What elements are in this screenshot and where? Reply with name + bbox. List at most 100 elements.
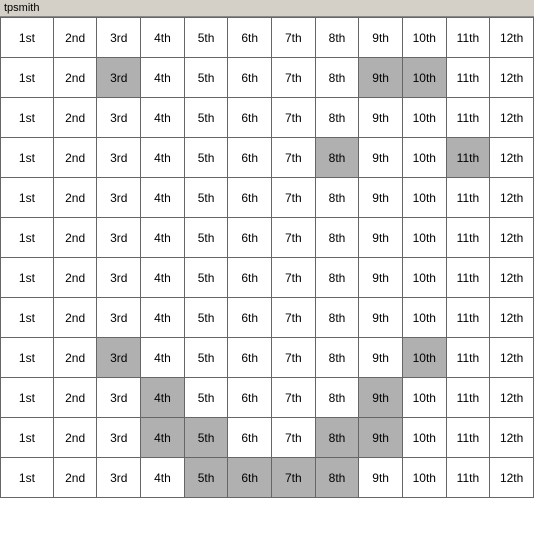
table-cell[interactable]: 4th xyxy=(141,18,185,58)
table-cell[interactable]: 5th xyxy=(184,98,228,138)
table-cell[interactable]: 5th xyxy=(184,418,228,458)
table-cell[interactable]: 1st xyxy=(1,138,54,178)
table-cell[interactable]: 8th xyxy=(315,258,359,298)
table-cell[interactable]: 3rd xyxy=(97,58,141,98)
table-cell[interactable]: 5th xyxy=(184,258,228,298)
table-cell[interactable]: 2nd xyxy=(53,378,97,418)
table-cell[interactable]: 10th xyxy=(402,378,446,418)
table-cell[interactable]: 8th xyxy=(315,178,359,218)
table-cell[interactable]: 10th xyxy=(402,138,446,178)
table-cell[interactable]: 4th xyxy=(141,58,185,98)
table-cell[interactable]: 7th xyxy=(272,58,316,98)
table-cell[interactable]: 9th xyxy=(359,218,403,258)
table-cell[interactable]: 1st xyxy=(1,258,54,298)
table-cell[interactable]: 5th xyxy=(184,298,228,338)
table-cell[interactable]: 1st xyxy=(1,18,54,58)
table-cell[interactable]: 3rd xyxy=(97,138,141,178)
table-cell[interactable]: 10th xyxy=(402,178,446,218)
table-cell[interactable]: 5th xyxy=(184,138,228,178)
table-cell[interactable]: 10th xyxy=(402,418,446,458)
table-cell[interactable]: 6th xyxy=(228,178,272,218)
table-cell[interactable]: 1st xyxy=(1,378,54,418)
table-cell[interactable]: 3rd xyxy=(97,418,141,458)
table-cell[interactable]: 7th xyxy=(272,338,316,378)
table-cell[interactable]: 2nd xyxy=(53,98,97,138)
table-cell[interactable]: 2nd xyxy=(53,338,97,378)
table-cell[interactable]: 10th xyxy=(402,98,446,138)
table-cell[interactable]: 8th xyxy=(315,218,359,258)
table-cell[interactable]: 11th xyxy=(446,18,490,58)
table-cell[interactable]: 1st xyxy=(1,58,54,98)
table-cell[interactable]: 7th xyxy=(272,418,316,458)
table-cell[interactable]: 4th xyxy=(141,258,185,298)
table-cell[interactable]: 4th xyxy=(141,378,185,418)
table-cell[interactable]: 8th xyxy=(315,138,359,178)
table-cell[interactable]: 12th xyxy=(490,298,534,338)
table-cell[interactable]: 3rd xyxy=(97,258,141,298)
table-cell[interactable]: 8th xyxy=(315,378,359,418)
table-cell[interactable]: 8th xyxy=(315,338,359,378)
table-cell[interactable]: 9th xyxy=(359,458,403,498)
table-cell[interactable]: 5th xyxy=(184,458,228,498)
table-cell[interactable]: 12th xyxy=(490,418,534,458)
table-cell[interactable]: 12th xyxy=(490,138,534,178)
table-cell[interactable]: 8th xyxy=(315,418,359,458)
table-cell[interactable]: 10th xyxy=(402,258,446,298)
table-cell[interactable]: 4th xyxy=(141,138,185,178)
table-cell[interactable]: 3rd xyxy=(97,178,141,218)
table-cell[interactable]: 12th xyxy=(490,178,534,218)
table-cell[interactable]: 9th xyxy=(359,138,403,178)
table-cell[interactable]: 3rd xyxy=(97,218,141,258)
table-cell[interactable]: 1st xyxy=(1,178,54,218)
table-cell[interactable]: 12th xyxy=(490,378,534,418)
table-cell[interactable]: 3rd xyxy=(97,18,141,58)
table-cell[interactable]: 8th xyxy=(315,18,359,58)
table-cell[interactable]: 2nd xyxy=(53,218,97,258)
table-cell[interactable]: 5th xyxy=(184,178,228,218)
table-cell[interactable]: 9th xyxy=(359,298,403,338)
table-cell[interactable]: 7th xyxy=(272,258,316,298)
table-cell[interactable]: 11th xyxy=(446,458,490,498)
table-cell[interactable]: 1st xyxy=(1,338,54,378)
table-cell[interactable]: 3rd xyxy=(97,378,141,418)
table-cell[interactable]: 7th xyxy=(272,218,316,258)
table-cell[interactable]: 9th xyxy=(359,338,403,378)
table-cell[interactable]: 3rd xyxy=(97,338,141,378)
table-cell[interactable]: 1st xyxy=(1,218,54,258)
table-cell[interactable]: 11th xyxy=(446,338,490,378)
table-cell[interactable]: 11th xyxy=(446,298,490,338)
table-cell[interactable]: 7th xyxy=(272,178,316,218)
table-cell[interactable]: 1st xyxy=(1,298,54,338)
table-cell[interactable]: 2nd xyxy=(53,298,97,338)
table-cell[interactable]: 3rd xyxy=(97,458,141,498)
table-cell[interactable]: 2nd xyxy=(53,418,97,458)
table-cell[interactable]: 12th xyxy=(490,218,534,258)
table-cell[interactable]: 12th xyxy=(490,18,534,58)
table-cell[interactable]: 11th xyxy=(446,178,490,218)
table-cell[interactable]: 10th xyxy=(402,18,446,58)
table-cell[interactable]: 3rd xyxy=(97,298,141,338)
table-cell[interactable]: 6th xyxy=(228,18,272,58)
table-cell[interactable]: 1st xyxy=(1,98,54,138)
table-cell[interactable]: 9th xyxy=(359,58,403,98)
table-cell[interactable]: 12th xyxy=(490,98,534,138)
table-cell[interactable]: 9th xyxy=(359,418,403,458)
table-cell[interactable]: 11th xyxy=(446,378,490,418)
table-cell[interactable]: 12th xyxy=(490,258,534,298)
table-cell[interactable]: 7th xyxy=(272,378,316,418)
table-cell[interactable]: 6th xyxy=(228,258,272,298)
table-cell[interactable]: 9th xyxy=(359,378,403,418)
table-cell[interactable]: 4th xyxy=(141,298,185,338)
table-cell[interactable]: 6th xyxy=(228,418,272,458)
table-cell[interactable]: 7th xyxy=(272,298,316,338)
table-cell[interactable]: 4th xyxy=(141,458,185,498)
table-cell[interactable]: 4th xyxy=(141,178,185,218)
table-cell[interactable]: 9th xyxy=(359,18,403,58)
table-cell[interactable]: 11th xyxy=(446,138,490,178)
table-cell[interactable]: 2nd xyxy=(53,18,97,58)
table-cell[interactable]: 6th xyxy=(228,98,272,138)
table-cell[interactable]: 5th xyxy=(184,58,228,98)
table-cell[interactable]: 9th xyxy=(359,98,403,138)
table-cell[interactable]: 4th xyxy=(141,98,185,138)
table-cell[interactable]: 3rd xyxy=(97,98,141,138)
